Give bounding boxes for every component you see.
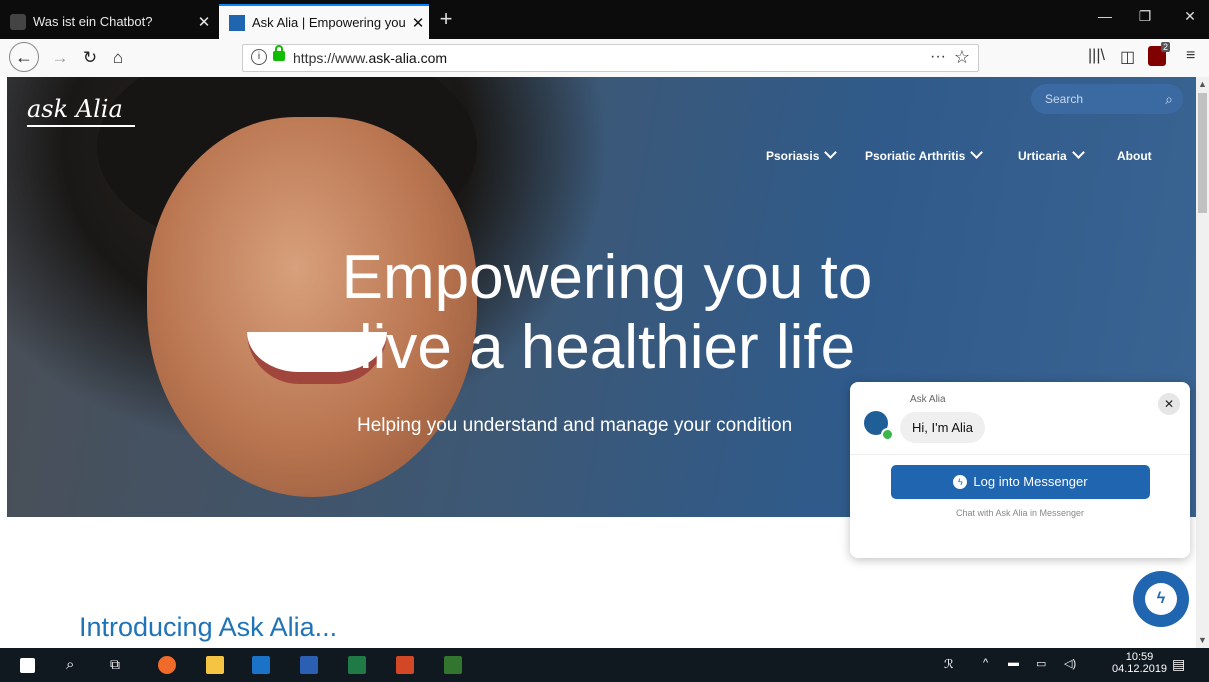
forward-button[interactable]: →	[48, 47, 72, 69]
firefox-icon[interactable]	[158, 656, 176, 674]
file-explorer-icon[interactable]	[206, 656, 224, 674]
hero-heading-line1: Empowering you to	[341, 243, 873, 312]
nav-psoriasis[interactable]: Psoriasis	[766, 146, 838, 163]
page-actions-icon[interactable]: ···	[930, 48, 946, 66]
new-tab-button[interactable]: +	[434, 6, 458, 32]
tab-chatbot[interactable]: Was ist ein Chatbot? ✕	[0, 4, 215, 39]
tab-strip: Was ist ein Chatbot? ✕ Ask Alia | Empowe…	[0, 0, 1209, 39]
clock-time: 10:59	[1125, 651, 1154, 663]
chevron-down-icon	[824, 146, 838, 159]
minimize-button[interactable]: —	[1090, 8, 1120, 24]
url-domain: ask-alia.com	[368, 50, 448, 66]
tab-ask-alia[interactable]: Ask Alia | Empowering you to l ✕	[219, 4, 429, 39]
nav-about[interactable]: About	[1117, 149, 1152, 163]
restore-button[interactable]: ❐	[1130, 8, 1160, 25]
messenger-icon: ϟ	[953, 475, 968, 489]
search-input[interactable]: Search ⌕	[1031, 84, 1183, 114]
intro-heading: Introducing Ask Alia...	[79, 612, 338, 642]
bookmark-star-icon[interactable]: ☆	[954, 47, 970, 68]
project-icon[interactable]	[444, 656, 462, 674]
chevron-down-icon	[1071, 146, 1085, 159]
online-status-icon	[881, 428, 894, 441]
messenger-launcher-button[interactable]: ϟ	[1133, 571, 1189, 627]
ask-alia-favicon-icon	[229, 14, 245, 31]
word-icon[interactable]	[300, 656, 318, 674]
nav-urticaria[interactable]: Urticaria	[1018, 146, 1085, 163]
nav-psoriatic-arthritis[interactable]: Psoriatic Arthritis	[865, 146, 984, 163]
sidebar-icon[interactable]: ◫	[1120, 47, 1135, 67]
nav-label: Psoriatic Arthritis	[865, 149, 966, 163]
lock-icon	[273, 45, 285, 61]
chat-bot-name: Ask Alia	[910, 394, 946, 405]
site-logo[interactable]: ask Alia	[27, 95, 123, 123]
search-icon[interactable]: ⌕	[1165, 84, 1173, 114]
nav-label: Urticaria	[1018, 149, 1067, 163]
reload-button[interactable]: ↻	[78, 47, 102, 69]
notifications-icon[interactable]: ▤	[1172, 656, 1185, 673]
tab-title: Was ist ein Chatbot?	[33, 14, 153, 29]
chat-divider	[850, 454, 1190, 455]
home-button[interactable]: ⌂	[106, 47, 130, 69]
url-text: https://www.ask-alia.com	[293, 50, 447, 66]
windows-start-icon[interactable]	[20, 658, 35, 673]
battery-icon: ▬	[1008, 657, 1019, 669]
network-icon[interactable]: ▭	[1036, 657, 1046, 670]
chat-widget: Ask Alia Hi, I'm Alia ✕ ϟ Log into Messen…	[850, 382, 1190, 558]
site-info-icon[interactable]: i	[251, 49, 267, 65]
tray-expand-icon[interactable]: ^	[983, 657, 988, 669]
powerpoint-icon[interactable]	[396, 656, 414, 674]
scroll-down-icon[interactable]: ▼	[1196, 635, 1209, 645]
close-chat-button[interactable]: ✕	[1158, 393, 1180, 415]
url-prefix: https://www.	[293, 50, 369, 66]
hero-heading-line2: live a healthier life	[358, 313, 856, 382]
chat-greeting-bubble: Hi, I'm Alia	[900, 412, 985, 443]
people-icon[interactable]: ℛ	[944, 657, 954, 671]
close-window-button[interactable]: ✕	[1175, 8, 1205, 25]
search-placeholder: Search	[1045, 92, 1084, 106]
hero-heading: Empowering you to live a healthier life	[267, 243, 947, 383]
logo-underline	[27, 125, 135, 127]
tab-title: Ask Alia | Empowering you to l	[252, 15, 407, 30]
excel-icon[interactable]	[348, 656, 366, 674]
clock[interactable]: 10:59 04.12.2019	[1112, 651, 1167, 675]
library-icon[interactable]: |||\	[1088, 47, 1105, 65]
page-scrollbar[interactable]: ▲ ▼	[1196, 77, 1209, 648]
close-tab-icon[interactable]: ✕	[193, 13, 215, 31]
hero-subheading: Helping you understand and manage your c…	[357, 415, 793, 436]
messenger-launcher-icon: ϟ	[1145, 583, 1177, 615]
clock-date: 04.12.2019	[1112, 663, 1168, 675]
taskbar: ⌕ ⧉ ℛ ^ ▬ ▭ ◁) 10:59 04.12.2019 ▤	[0, 648, 1209, 682]
tab-favicon-icon	[10, 13, 26, 30]
chevron-down-icon	[970, 146, 984, 159]
ublock-icon[interactable]: 2	[1148, 42, 1170, 66]
nav-label: Psoriasis	[766, 149, 820, 163]
url-bar[interactable]: i https://www.ask-alia.com ··· ☆	[242, 44, 979, 72]
messenger-button-label: Log into Messenger	[973, 474, 1088, 489]
log-into-messenger-button[interactable]: ϟ Log into Messenger	[891, 465, 1150, 499]
page-content: ask Alia Search ⌕ Psoriasis Psoriatic Ar…	[0, 77, 1196, 648]
search-icon[interactable]: ⌕	[66, 656, 74, 673]
task-view-icon[interactable]: ⧉	[110, 656, 120, 673]
nav-label: About	[1117, 149, 1152, 163]
scrollbar-thumb[interactable]	[1198, 93, 1207, 213]
menu-icon[interactable]: ≡	[1186, 47, 1195, 65]
chat-hint: Chat with Ask Alia in Messenger	[955, 508, 1085, 518]
scroll-up-icon[interactable]: ▲	[1196, 79, 1209, 89]
nav-toolbar: ← → ↻ ⌂ i https://www.ask-alia.com ··· ☆…	[0, 39, 1209, 78]
outlook-icon[interactable]	[252, 656, 270, 674]
volume-icon[interactable]: ◁)	[1064, 657, 1076, 670]
close-tab-icon[interactable]: ✕	[407, 14, 429, 32]
ublock-count: 2	[1160, 42, 1170, 52]
back-button[interactable]: ←	[9, 42, 39, 72]
